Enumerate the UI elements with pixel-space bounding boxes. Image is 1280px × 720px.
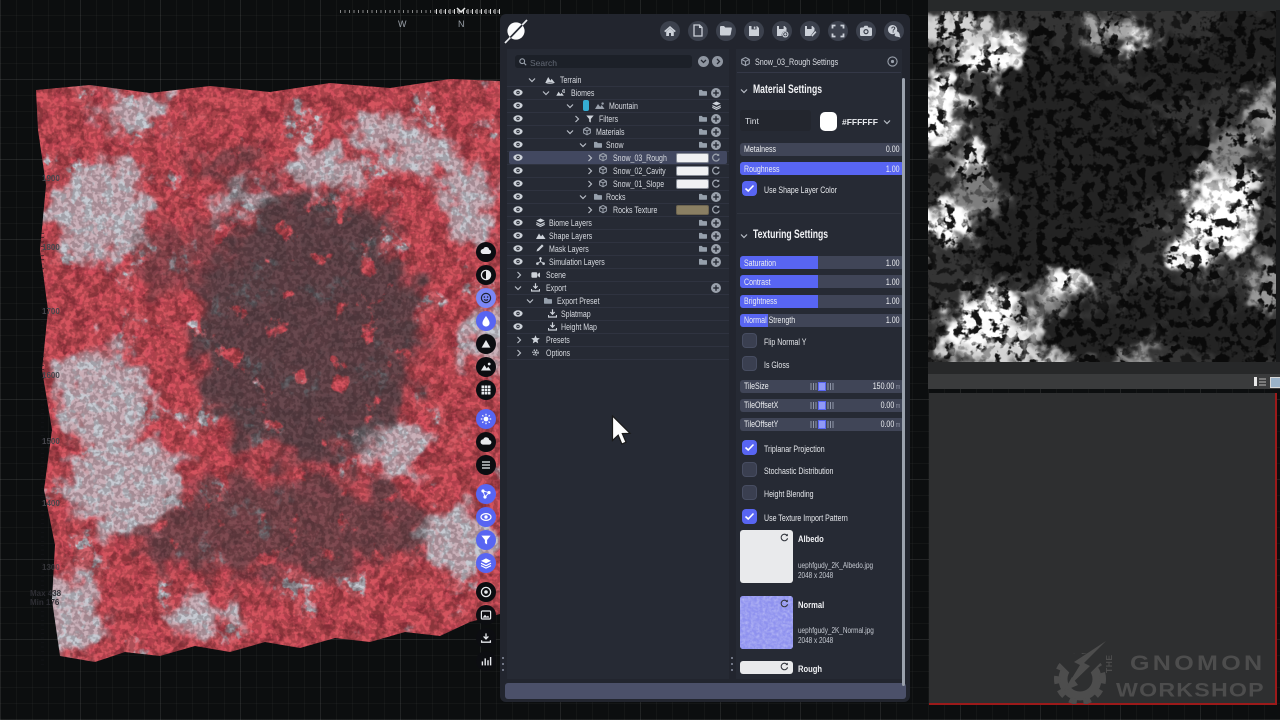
svg-text:?: ? (891, 26, 896, 35)
